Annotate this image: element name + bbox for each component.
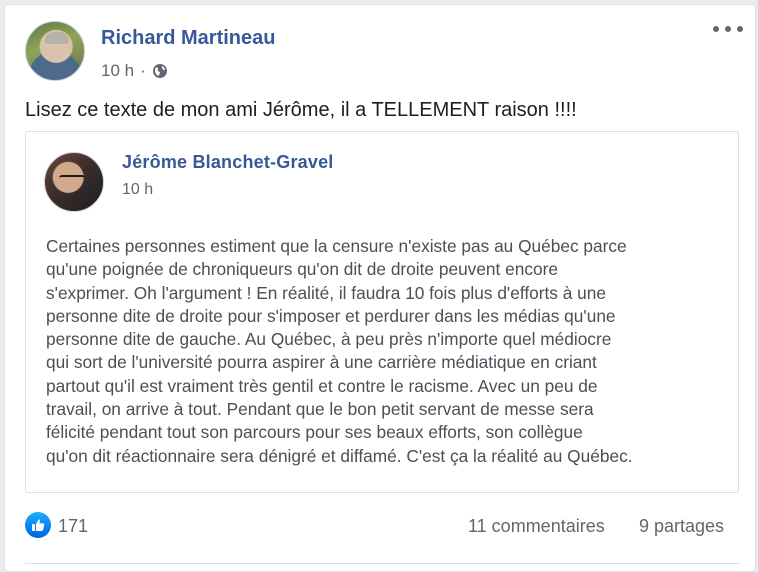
meta-separator: ·: [140, 61, 146, 80]
shared-body-line: Certaines personnes estiment que la cens…: [46, 236, 627, 256]
shared-body-line: s'exprimer. Oh l'argument ! En réalité, …: [46, 282, 606, 303]
shared-body-line: qui sort de l'université pourra aspirer …: [46, 352, 597, 373]
author-avatar[interactable]: [25, 21, 85, 81]
shared-post[interactable]: Jérôme Blanchet-Gravel 10 h Certaines pe…: [25, 131, 739, 493]
post-footer: 171 11 commentaires 9 partages: [25, 509, 739, 539]
footer-divider: [25, 563, 739, 564]
shared-body-line: personne dite de droite pour s'imposer e…: [46, 305, 616, 326]
shared-author-avatar[interactable]: [44, 152, 104, 212]
facebook-post: Richard Martineau 10 h · Lisez ce texte …: [4, 4, 756, 572]
shared-post-timestamp[interactable]: 10 h: [122, 181, 153, 199]
shared-post-body: Certaines personnes estiment que la cens…: [46, 235, 730, 468]
more-options-icon[interactable]: [713, 23, 743, 35]
globe-icon[interactable]: [152, 63, 168, 79]
author-name[interactable]: Richard Martineau: [101, 27, 275, 50]
shared-author-name[interactable]: Jérôme Blanchet-Gravel: [122, 152, 334, 173]
post-timestamp[interactable]: 10 h: [101, 61, 134, 81]
shares-link[interactable]: 9 partages: [639, 516, 724, 537]
shared-body-line: qu'une poignée de chroniqueurs qu'on dit…: [46, 259, 558, 280]
shared-body-line: travail, on arrive à tout. Pendant que l…: [46, 399, 594, 420]
comments-link[interactable]: 11 commentaires: [468, 516, 605, 537]
reaction-count[interactable]: 171: [58, 516, 88, 537]
shared-body-line: personne dite de gauche. Au Québec, à pe…: [46, 329, 612, 350]
like-icon[interactable]: [25, 512, 51, 538]
shared-body-line: qu'on dit réactionnaire sera dénigré et …: [46, 445, 633, 466]
shared-body-line: partout qu'il est vraiment très gentil e…: [46, 375, 598, 396]
post-meta: 10 h ·: [101, 61, 168, 81]
shared-body-line: félicité pendant tout son parcours pour …: [46, 422, 583, 443]
post-text: Lisez ce texte de mon ami Jérôme, il a T…: [25, 99, 577, 121]
